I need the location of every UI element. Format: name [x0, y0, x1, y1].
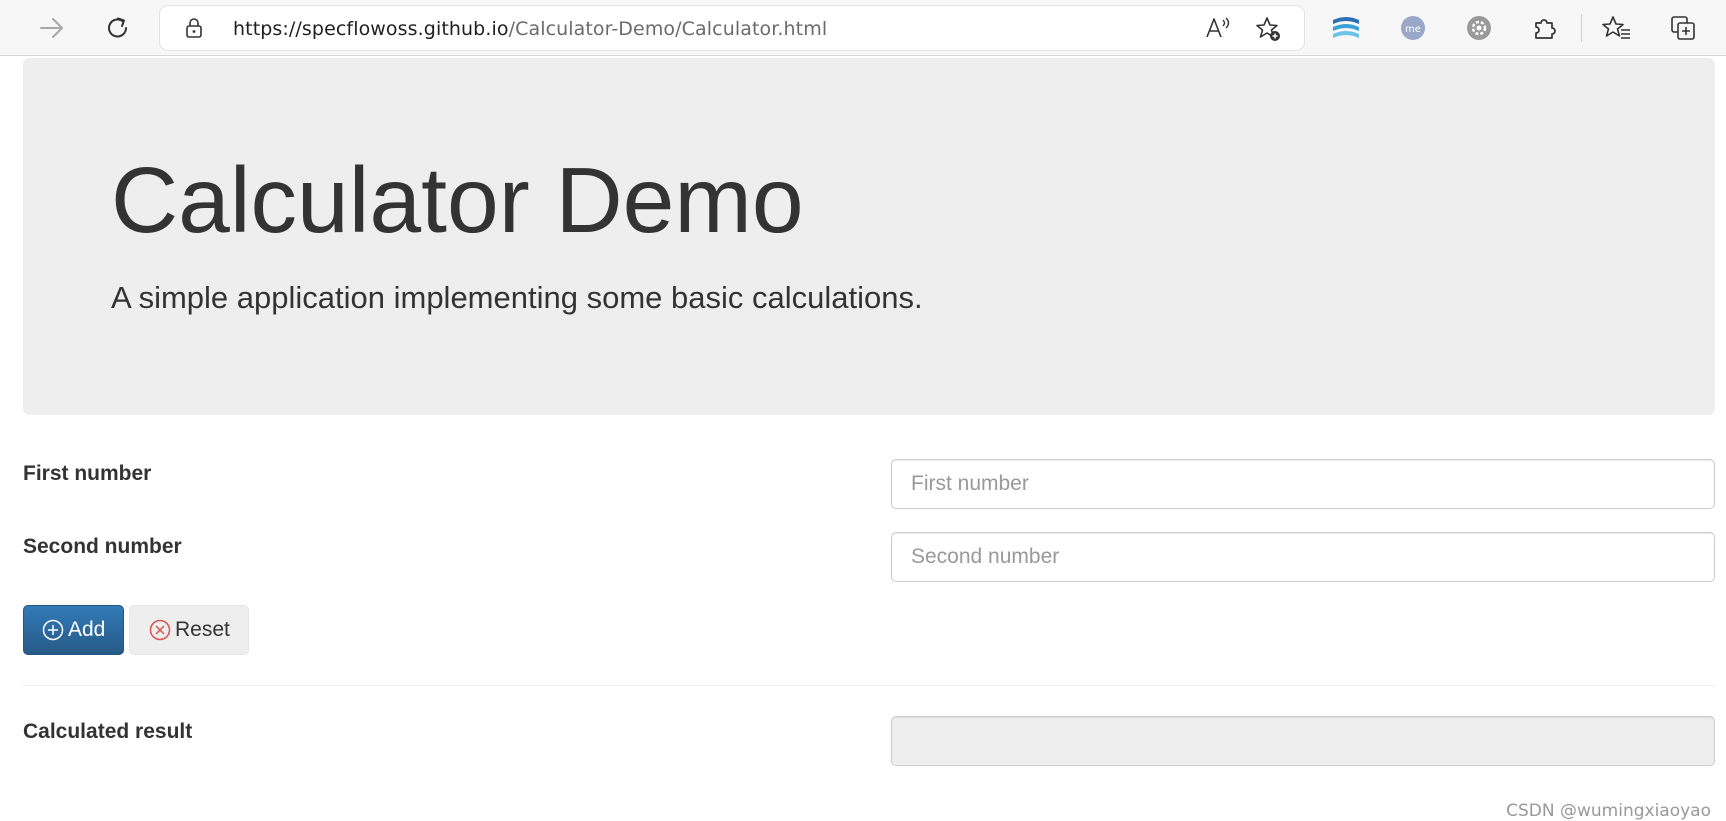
toolbar-separator: [1581, 14, 1582, 42]
extension-stripes-icon[interactable]: [1327, 9, 1365, 47]
add-button-label: Add: [68, 618, 106, 641]
url-host: https://specflowoss.github.io: [233, 18, 509, 40]
plus-circle-icon: [42, 619, 64, 641]
url-text[interactable]: https://specflowoss.github.io/Calculator…: [233, 18, 827, 40]
favorites-icon[interactable]: [1598, 9, 1636, 47]
second-number-label: Second number: [23, 535, 182, 558]
url-path: /Calculator-Demo/Calculator.html: [508, 18, 828, 40]
extension-me-icon[interactable]: me: [1394, 9, 1432, 47]
page-title: Calculator Demo: [111, 148, 804, 252]
extension-gear-icon[interactable]: [1460, 9, 1498, 47]
add-favorite-icon[interactable]: [1254, 15, 1282, 48]
reset-button[interactable]: Reset: [129, 605, 249, 655]
first-number-label: First number: [23, 462, 152, 485]
x-circle-icon: [149, 619, 171, 641]
result-label: Calculated result: [23, 720, 193, 743]
page-subtitle: A simple application implementing some b…: [111, 280, 923, 315]
first-number-input[interactable]: [891, 459, 1715, 509]
me-badge-text: me: [1405, 24, 1421, 35]
reset-button-label: Reset: [175, 618, 230, 641]
extensions-puzzle-icon[interactable]: [1526, 9, 1564, 47]
watermark: CSDN @wumingxiaoyao: [1506, 801, 1711, 821]
second-number-input[interactable]: [891, 532, 1715, 582]
refresh-icon[interactable]: [98, 8, 138, 48]
jumbotron: Calculator Demo A simple application imp…: [23, 58, 1715, 415]
address-bar[interactable]: https://specflowoss.github.io/Calculator…: [160, 6, 1304, 50]
forward-icon[interactable]: [32, 8, 72, 48]
browser-toolbar: https://specflowoss.github.io/Calculator…: [0, 0, 1726, 56]
lock-icon[interactable]: [184, 17, 204, 44]
add-button[interactable]: Add: [23, 605, 124, 655]
read-aloud-icon[interactable]: [1204, 15, 1232, 46]
result-output: [891, 716, 1715, 766]
collections-icon[interactable]: [1664, 9, 1702, 47]
divider: [23, 685, 1715, 686]
